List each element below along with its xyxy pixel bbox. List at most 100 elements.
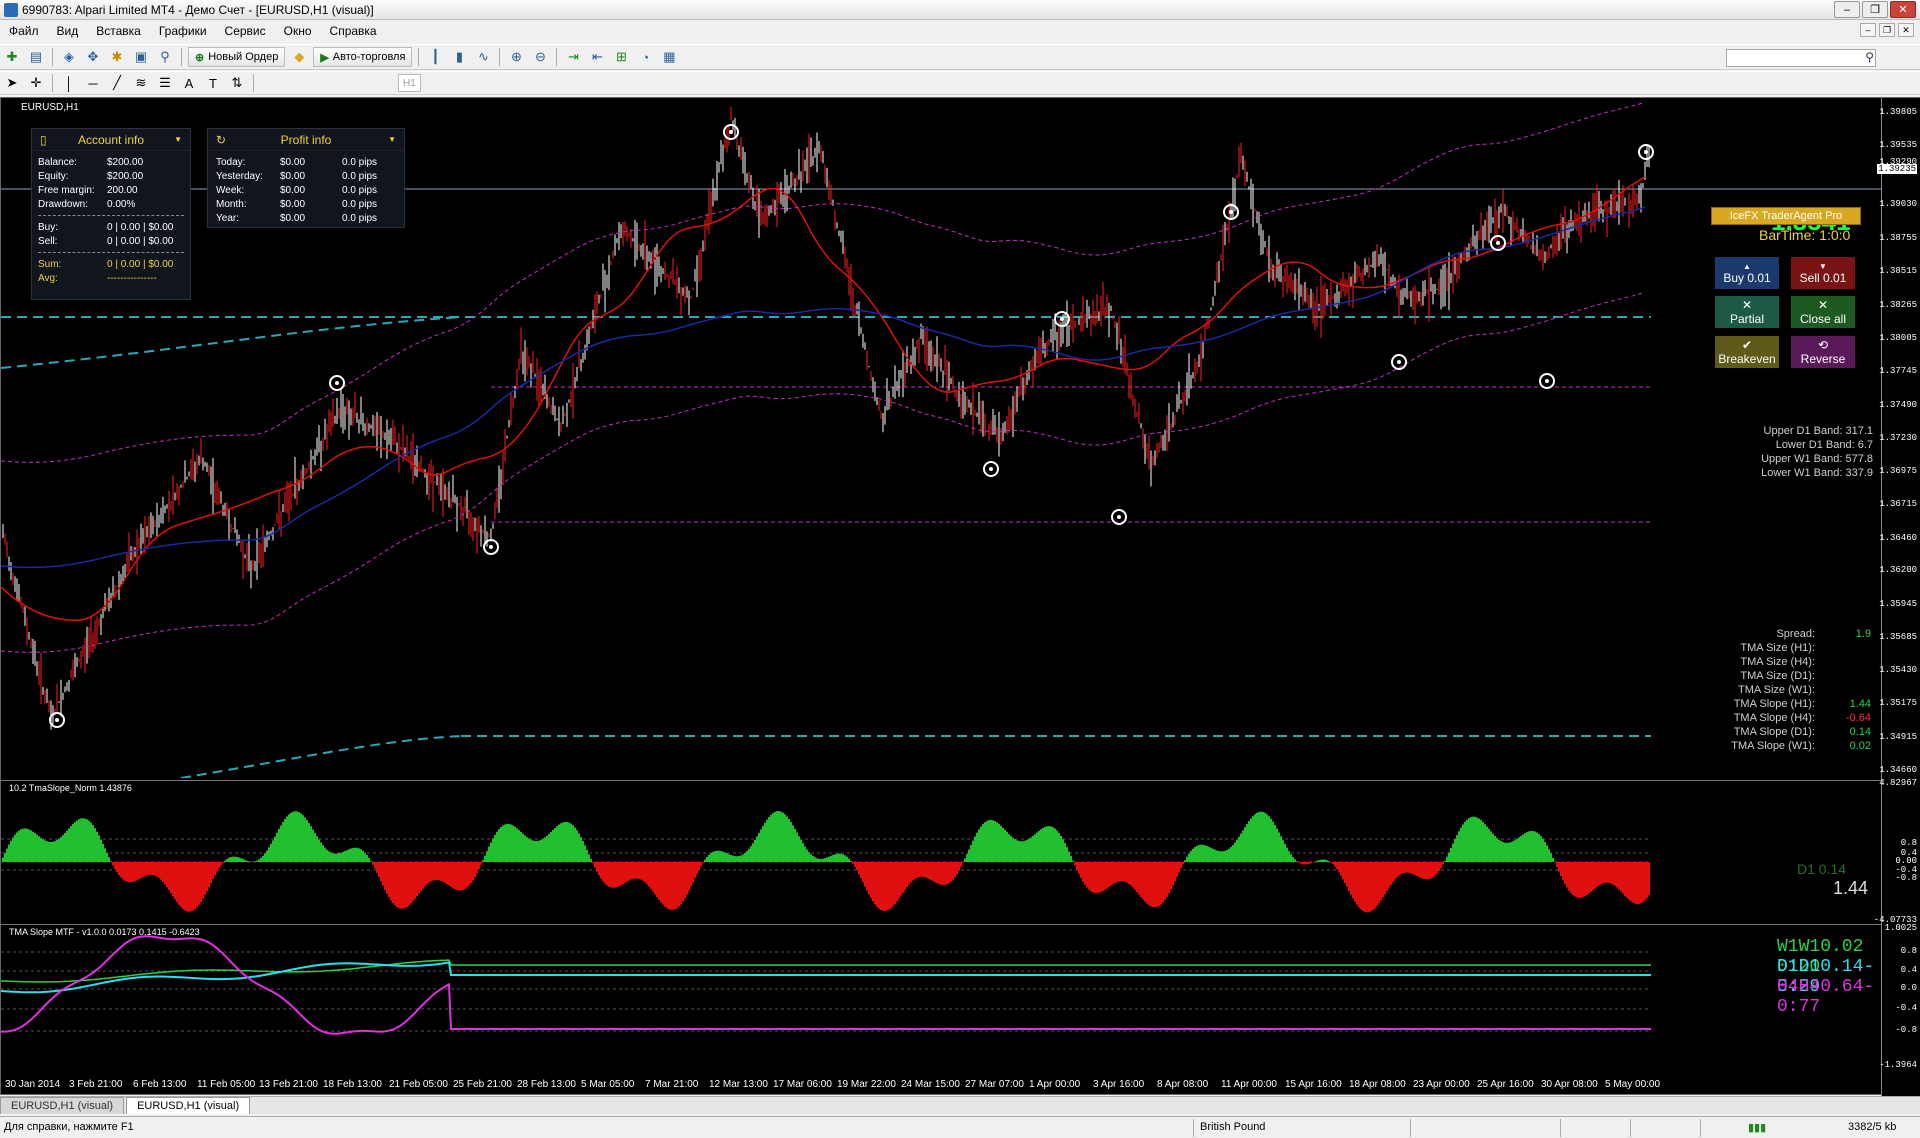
data-window-icon[interactable]: ✥ [82,47,104,67]
dropdown-arrow-icon[interactable]: ▼ [174,135,182,144]
zoom-out-icon[interactable]: ⊖ [529,47,551,67]
crosshair-icon[interactable]: ✛ [25,73,47,93]
profit-info-title: Profit info [280,132,332,147]
indicators-icon[interactable]: ⊞ [610,47,632,67]
menu-insert[interactable]: Вставка [87,24,150,38]
time-axis: 30 Jan 2014 3 Feb 21:00 6 Feb 13:00 11 Feb … [1,1074,1881,1096]
metaeditor-icon[interactable]: ◆ [288,47,310,67]
market-watch-icon[interactable]: ◈ [58,47,80,67]
text-icon[interactable]: A [178,73,200,93]
close-all-button[interactable]: ✕ Close all [1791,296,1855,328]
mdi-close-button[interactable]: ✕ [1898,23,1914,37]
buy-button[interactable]: ▲ Buy 0.01 [1715,257,1779,289]
breakeven-button[interactable]: ✔ Breakeven [1715,336,1779,368]
close-all-button-label: Close all [1799,312,1847,326]
sub1-value: 1.44 [1833,878,1869,898]
fractal-dot [1060,317,1064,321]
maximize-button[interactable]: ❐ [1862,1,1888,18]
trader-agent-title[interactable]: IceFX TraderAgent Pro [1711,207,1861,225]
price-axis-label: 1.35945 [1879,599,1917,609]
mdi-minimize-button[interactable]: – [1860,23,1876,37]
title-bar: 6990783: Alpari Limited MT4 - Демо Счет … [0,0,1920,20]
sell-button[interactable]: ▼ Sell 0.01 [1791,257,1855,289]
lower-tma-band [0,291,1646,653]
periods-icon[interactable]: ◔ [634,47,656,67]
time-axis-label: 13 Feb 21:00 [259,1079,318,1090]
buy-label: Buy: [38,221,59,233]
channel-icon[interactable]: ≋ [130,73,152,93]
price-axis-label: 1.36200 [1879,565,1917,575]
status-help: Для справки, нажмите F1 [4,1121,134,1133]
sub2-axis-label: 0.4 [1900,965,1917,975]
time-axis-label: 11 Feb 05:00 [197,1079,256,1090]
chart-symbol: EURUSD,H1 [21,102,79,113]
time-axis-label: 21 Feb 05:00 [389,1079,448,1090]
menu-tools[interactable]: Сервис [216,24,275,38]
status-traffic: 3382/5 kb [1848,1121,1897,1133]
arrows-icon[interactable]: ⇅ [226,73,248,93]
price-axis-label: 1.34660 [1879,765,1917,775]
profit-row-amount: $0.00 [280,170,306,182]
menu-help[interactable]: Справка [321,24,386,38]
main-chart[interactable]: EURUSD,H1 ▯ Account info ▼ Balance: $200.00… [0,98,1881,779]
trendline-icon[interactable]: ╱ [106,73,128,93]
fractal-dot [729,130,733,134]
menu-window[interactable]: Окно [275,24,321,38]
strategy-tester-icon[interactable]: ⚲ [154,47,176,67]
auto-trading-button[interactable]: ▶ Авто-торговля [313,47,413,67]
minimize-button[interactable]: – [1834,1,1860,18]
profit-row-pips: 0.0 pips [342,170,378,182]
zoom-in-icon[interactable]: ⊕ [505,47,527,67]
tmaslope-norm-subwindow[interactable]: 10.2 TmaSlope_Norm 1.43876 D1 0.14 1.44 [1,780,1881,920]
navigator-icon[interactable]: ✱ [106,47,128,67]
account-row: Equity: $200.00 [32,169,190,183]
mdi-restore-button[interactable]: ❐ [1879,23,1895,37]
timeframe-button[interactable]: H1 [398,74,421,92]
candlestick-icon[interactable]: ▮ [448,47,470,67]
search-input[interactable] [1726,49,1876,67]
h4-slope-line [1,935,1651,1035]
profiles-icon[interactable]: ▤ [25,47,47,67]
autoscroll-icon[interactable]: ⇥ [562,47,584,67]
partial-button[interactable]: ✕ Partial [1715,296,1779,328]
profit-row: Today: $0.00 0.0 pips [208,155,404,169]
tma-slope-mtf-subwindow[interactable]: TMA Slope MTF - v1.0.0 0.0173 0.1415 -0.… [0,924,1881,1070]
terminal-icon[interactable]: ▣ [130,47,152,67]
close-button[interactable]: ✕ [1890,1,1916,18]
price-axis-label: 1.39805 [1879,107,1917,117]
vertical-line-icon[interactable]: │ [58,73,80,93]
menu-charts[interactable]: Графики [150,24,216,38]
band-upper-d1: Upper D1 Band: 317.1 [1763,425,1873,437]
templates-icon[interactable]: ▦ [658,47,680,67]
horizontal-line-icon[interactable]: ─ [82,73,104,93]
time-axis-label: 19 Mar 22:00 [837,1079,896,1090]
chart-shift-icon[interactable]: ⇤ [586,47,608,67]
stat-value: 105.3 [1843,656,1871,668]
fractal-dot [989,467,993,471]
account-info-title: Account info [77,132,145,147]
stat-label: TMA Size (W1): [1737,684,1815,696]
sum-value: 0 | 0.00 | $0.00 [107,258,174,270]
search-icon[interactable]: ⚲ [1865,50,1874,64]
chart-window[interactable]: EURUSD,H1 ▯ Account info ▼ Balance: $200.00… [0,97,1920,1096]
sub2-axis-label: 0.8 [1900,946,1917,956]
menu-file[interactable]: Файл [0,24,48,38]
text-label-icon[interactable]: T [202,73,224,93]
price-axis-label: 1.35685 [1879,632,1917,642]
profit-row-pips: 0.0 pips [342,212,378,224]
status-profile: British Pound [1200,1121,1266,1133]
cursor-icon[interactable]: ➤ [1,73,23,93]
fibonacci-icon[interactable]: ☰ [154,73,176,93]
price-axis: 1.39805 1.39535 1.39290 1.39235 1.39030 1.387… [1874,98,1920,1096]
band-lower-d1: Lower D1 Band: 6.7 [1775,439,1873,451]
tab-chart-1[interactable]: EURUSD,H1 (visual) [0,1097,125,1114]
new-order-button[interactable]: ⊕ Новый Ордер [188,47,286,67]
line-chart-icon[interactable]: ∿ [472,47,494,67]
fast-ma-line [0,176,1646,622]
new-chart-icon[interactable]: ✚ [1,47,23,67]
bar-chart-icon[interactable]: ┃ [424,47,446,67]
tab-chart-2[interactable]: EURUSD,H1 (visual) [126,1097,251,1114]
menu-view[interactable]: Вид [48,24,88,38]
dropdown-arrow-icon[interactable]: ▼ [388,135,396,144]
reverse-button[interactable]: ⟲ Reverse [1791,336,1855,368]
